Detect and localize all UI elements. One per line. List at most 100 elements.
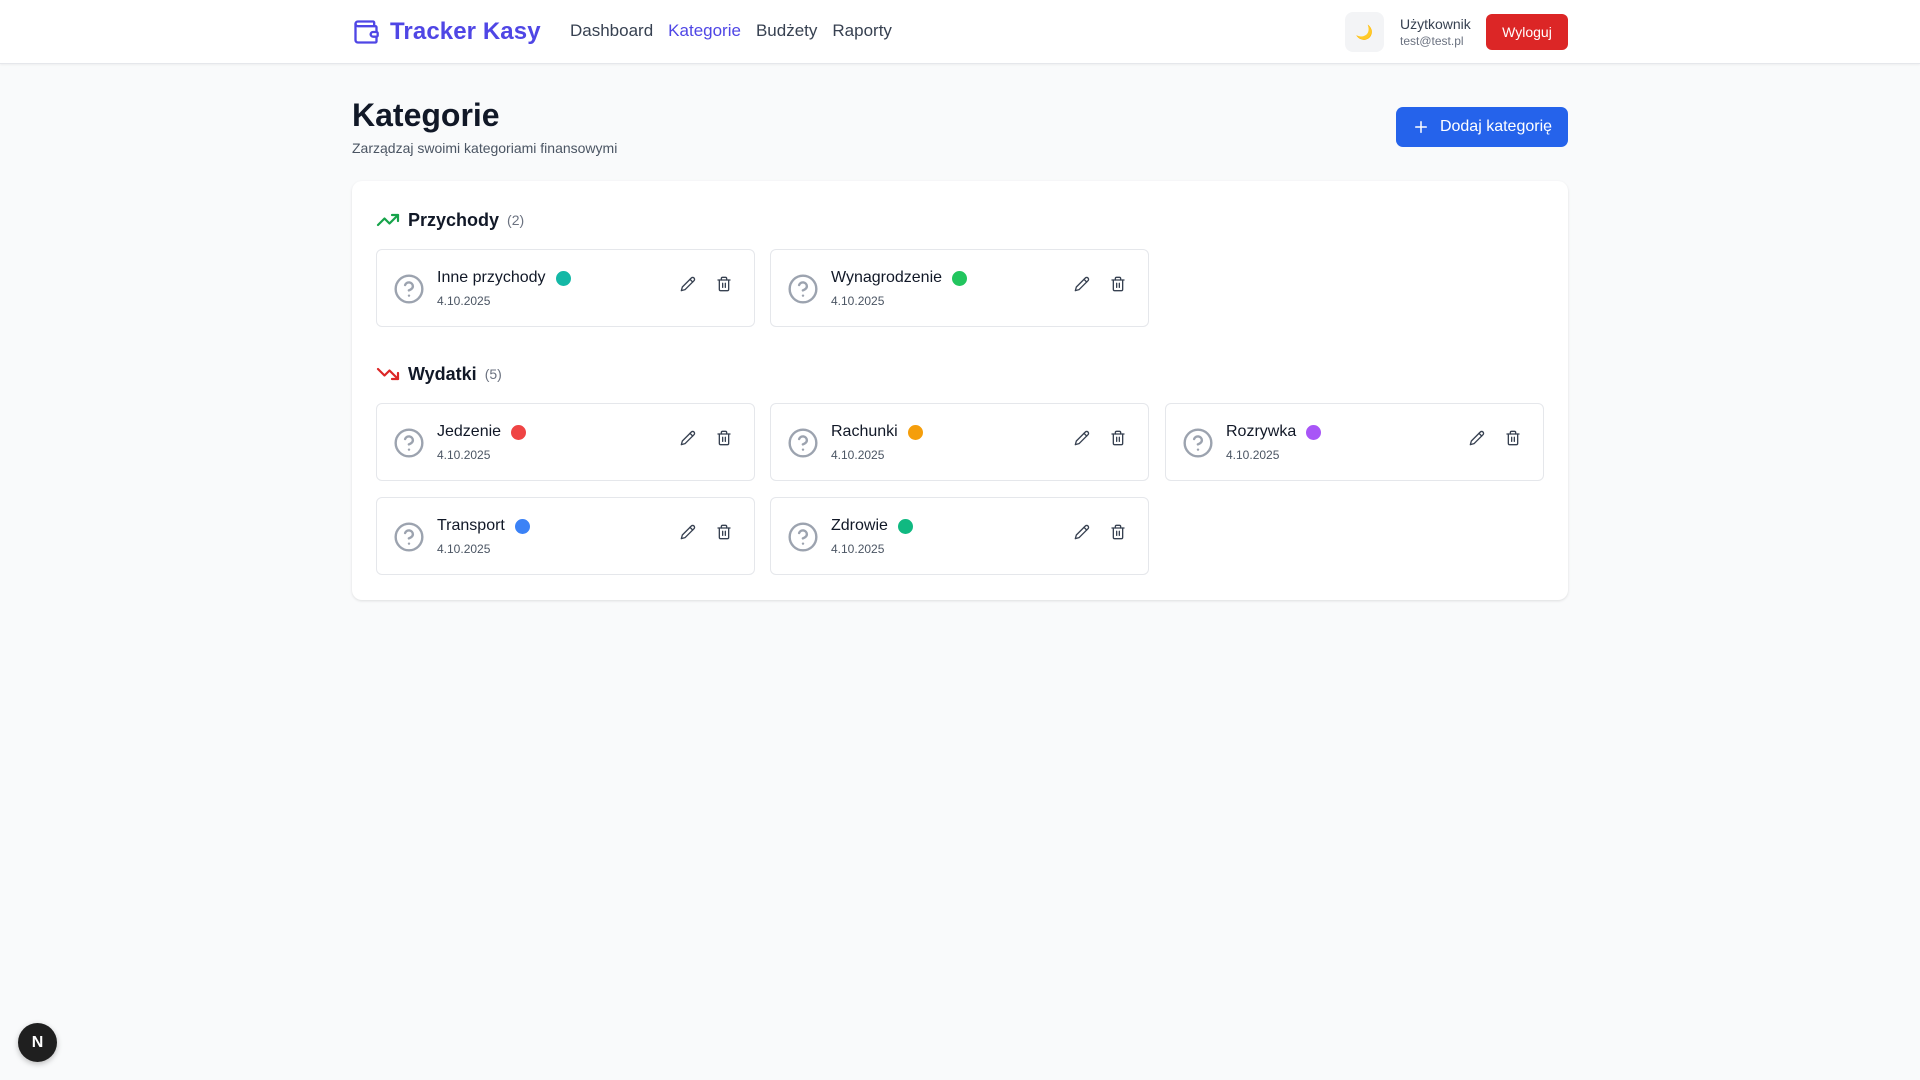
category-date: 4.10.2025 [437,542,491,556]
category-name: Wynagrodzenie [831,269,943,286]
income-section-count: (2) [507,212,525,228]
pencil-icon [1074,430,1090,446]
add-category-button[interactable]: Dodaj kategorię [1396,107,1568,147]
category-date: 4.10.2025 [831,542,885,556]
category-color-dot [555,270,571,286]
expense-section-count: (5) [484,366,502,382]
trash-icon [1111,524,1125,540]
help-circle-icon [1183,428,1213,458]
pencil-icon [680,524,696,540]
category-name-row: Rozrywka [1226,422,1322,442]
pencil-icon [1469,430,1485,446]
category-name: Jedzenie [437,423,502,440]
delete-category-button[interactable] [712,520,736,544]
brand-name: Tracker Kasy [390,18,541,45]
category-name: Rozrywka [1226,423,1297,440]
category-color-dot [952,270,968,286]
help-circle-icon [394,428,424,458]
expense-section-header: Wydatki (5) [376,362,502,386]
category-card: Transport 4.10.2025 [376,497,755,575]
page-title: Kategorie [352,97,500,133]
brand-link[interactable]: Tracker Kasy [352,16,541,48]
pencil-icon [680,276,696,292]
logout-button[interactable]: Wyloguj [1486,14,1568,50]
pencil-icon [1074,524,1090,540]
top-navbar: Tracker Kasy Dashboard Kategorie Budżety… [0,0,1920,64]
moon-icon: 🌙 [1355,23,1374,40]
help-circle-icon [788,522,818,552]
help-circle-icon [394,274,424,304]
category-color-dot [511,424,527,440]
trash-icon [717,276,731,292]
category-color-dot [897,518,913,534]
page-subtitle: Zarządzaj swoimi kategoriami finansowymi [352,140,618,156]
category-name: Inne przychody [437,269,546,286]
category-date: 4.10.2025 [1226,448,1280,462]
user-info: Użytkownik test@test.pl [1400,15,1471,49]
category-date: 4.10.2025 [437,294,491,308]
category-card: Rozrywka 4.10.2025 [1165,403,1544,481]
category-name-row: Inne przychody [437,268,571,288]
edit-category-button[interactable] [676,426,700,450]
pencil-icon [1074,276,1090,292]
category-date: 4.10.2025 [437,448,491,462]
plus-icon [1414,121,1427,133]
help-circle-icon [394,522,424,552]
delete-category-button[interactable] [712,426,736,450]
trending-down-icon [376,367,400,381]
category-name-row: Zdrowie [831,516,913,536]
pencil-icon [680,430,696,446]
category-card: Inne przychody 4.10.2025 [376,249,755,327]
add-category-label: Dodaj kategorię [1439,118,1553,135]
edit-category-button[interactable] [1070,520,1094,544]
income-section-header: Przychody (2) [376,208,524,232]
category-date: 4.10.2025 [831,294,885,308]
category-card: Wynagrodzenie 4.10.2025 [770,249,1149,327]
category-color-dot [1306,424,1322,440]
trending-up-icon [376,213,400,227]
nav-raporty[interactable]: Raporty [832,20,892,42]
nextjs-dev-badge[interactable]: N [18,1023,57,1062]
category-card: Jedzenie 4.10.2025 [376,403,755,481]
delete-category-button[interactable] [1106,520,1130,544]
wallet-icon [354,20,379,44]
category-color-dot [907,424,923,440]
category-name-row: Wynagrodzenie [831,268,968,288]
delete-category-button[interactable] [1106,426,1130,450]
edit-category-button[interactable] [676,520,700,544]
nav-kategorie[interactable]: Kategorie [668,20,741,42]
expense-section-title: Wydatki [408,363,477,384]
category-date: 4.10.2025 [831,448,885,462]
category-name-row: Rachunki [831,422,923,442]
nav-budzety[interactable]: Budżety [756,20,817,42]
trash-icon [1111,430,1125,446]
edit-category-button[interactable] [676,272,700,296]
nav-dashboard[interactable]: Dashboard [570,20,653,42]
category-name: Rachunki [831,423,898,440]
category-name: Transport [437,517,505,534]
delete-category-button[interactable] [1501,426,1525,450]
user-email: test@test.pl [1400,34,1464,48]
help-circle-icon [788,274,818,304]
delete-category-button[interactable] [1106,272,1130,296]
category-card: Rachunki 4.10.2025 [770,403,1149,481]
trash-icon [1111,276,1125,292]
theme-toggle-button[interactable]: 🌙 [1345,12,1384,52]
user-name: Użytkownik [1400,16,1471,32]
edit-category-button[interactable] [1465,426,1489,450]
trash-icon [1506,430,1520,446]
edit-category-button[interactable] [1070,426,1094,450]
delete-category-button[interactable] [712,272,736,296]
category-name-row: Transport [437,516,530,536]
trash-icon [717,430,731,446]
category-name-row: Jedzenie [437,422,527,442]
edit-category-button[interactable] [1070,272,1094,296]
trash-icon [717,524,731,540]
category-card: Zdrowie 4.10.2025 [770,497,1149,575]
help-circle-icon [788,428,818,458]
category-color-dot [514,518,530,534]
category-name: Zdrowie [831,517,888,534]
income-section-title: Przychody [408,209,500,230]
main-nav: Dashboard Kategorie Budżety Raporty [570,20,892,42]
categories-panel: Przychody (2) Inne przychody 4.10.2025 W… [352,181,1568,600]
